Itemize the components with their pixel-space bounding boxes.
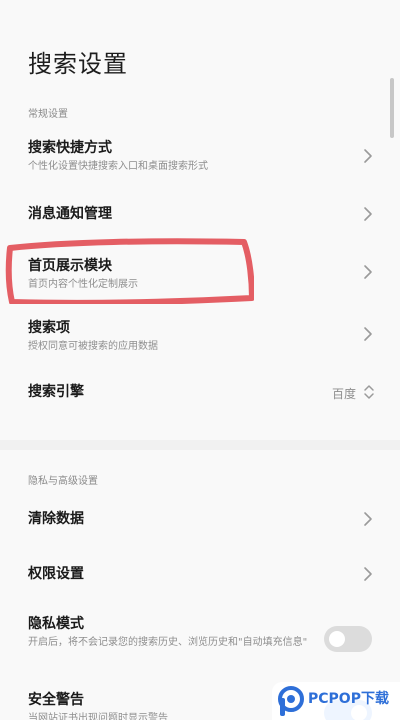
watermark-text: PCPOP下载 xyxy=(308,691,389,707)
search-engine-value: 百度 xyxy=(331,387,356,401)
setting-row-clear-data[interactable]: 清除数据 xyxy=(0,509,400,531)
section-header-privacy: 隐私与高级设置 xyxy=(28,476,98,487)
row-title: 搜索快捷方式 xyxy=(28,140,112,156)
setting-row-search-items[interactable]: 搜索项 授权同意可被搜索的应用数据 xyxy=(0,318,400,360)
private-mode-toggle[interactable] xyxy=(324,626,372,652)
row-title: 清除数据 xyxy=(28,511,84,527)
chevron-right-icon xyxy=(362,206,374,222)
watermark-logo-icon xyxy=(276,684,306,720)
chevron-right-icon xyxy=(362,326,374,342)
row-subtitle: 开启后，将不会记录您的搜索历史、浏览历史和"自动填充信息" xyxy=(28,637,308,648)
row-subtitle: 个性化设置快捷搜索入口和桌面搜索形式 xyxy=(28,161,208,172)
setting-row-search-engine[interactable]: 搜索引擎 百度 xyxy=(0,382,400,404)
row-subtitle: 授权同意可被搜索的应用数据 xyxy=(28,341,158,352)
chevron-right-icon xyxy=(362,148,374,164)
toggle-knob xyxy=(329,631,345,647)
scrollbar[interactable] xyxy=(390,78,394,138)
setting-row-notifications[interactable]: 消息通知管理 xyxy=(0,204,400,226)
setting-row-permissions[interactable]: 权限设置 xyxy=(0,564,400,586)
section-header-general: 常规设置 xyxy=(28,109,68,120)
highlight-annotation xyxy=(5,238,254,304)
section-divider xyxy=(0,440,400,450)
chevron-right-icon xyxy=(362,264,374,280)
row-title: 搜索项 xyxy=(28,320,70,336)
row-title: 消息通知管理 xyxy=(28,206,112,222)
watermark: PCPOP下载 xyxy=(272,682,400,720)
row-title: 隐私模式 xyxy=(28,616,84,632)
chevron-right-icon xyxy=(362,566,374,582)
row-title: 权限设置 xyxy=(28,566,84,582)
setting-row-search-shortcut[interactable]: 搜索快捷方式 个性化设置快捷搜索入口和桌面搜索形式 xyxy=(0,138,400,180)
chevron-up-down-icon xyxy=(362,382,376,402)
chevron-right-icon xyxy=(362,511,374,527)
page-title: 搜索设置 xyxy=(28,50,128,78)
